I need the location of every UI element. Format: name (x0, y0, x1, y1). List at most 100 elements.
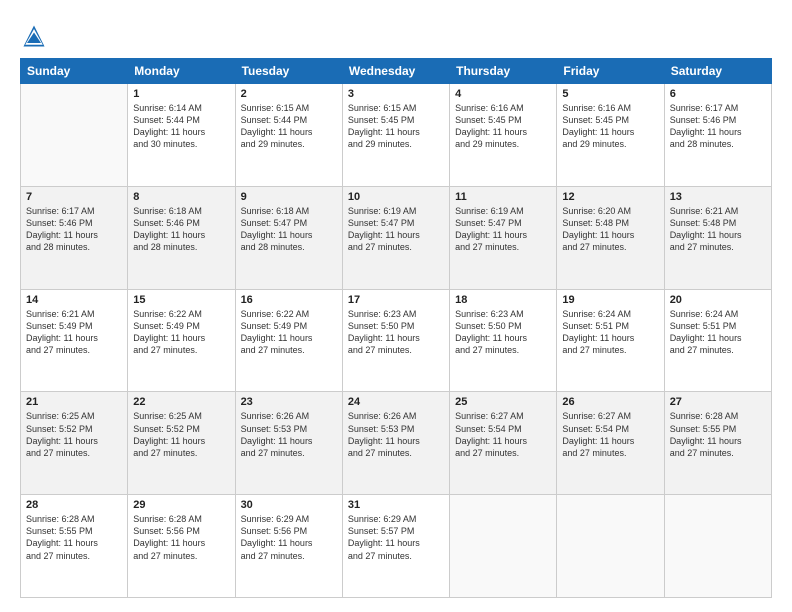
day-number: 27 (670, 396, 766, 408)
day-cell: 16 Sunrise: 6:22 AM Sunset: 5:49 PM Dayli… (235, 289, 342, 392)
day-cell: 29 Sunrise: 6:28 AM Sunset: 5:56 PM Dayli… (128, 495, 235, 598)
day-number: 25 (455, 396, 551, 408)
logo-icon (20, 22, 48, 50)
day-details: Sunrise: 6:25 AM Sunset: 5:52 PM Dayligh… (133, 410, 229, 459)
header (20, 18, 772, 50)
day-cell: 6 Sunrise: 6:17 AM Sunset: 5:46 PM Daylig… (664, 84, 771, 187)
day-cell (450, 495, 557, 598)
day-details: Sunrise: 6:24 AM Sunset: 5:51 PM Dayligh… (670, 308, 766, 357)
day-details: Sunrise: 6:18 AM Sunset: 5:47 PM Dayligh… (241, 205, 337, 254)
day-cell (21, 84, 128, 187)
day-number: 4 (455, 88, 551, 100)
day-cell: 7 Sunrise: 6:17 AM Sunset: 5:46 PM Daylig… (21, 186, 128, 289)
day-details: Sunrise: 6:29 AM Sunset: 5:57 PM Dayligh… (348, 513, 444, 562)
day-details: Sunrise: 6:29 AM Sunset: 5:56 PM Dayligh… (241, 513, 337, 562)
day-cell: 24 Sunrise: 6:26 AM Sunset: 5:53 PM Dayli… (342, 392, 449, 495)
day-cell: 5 Sunrise: 6:16 AM Sunset: 5:45 PM Daylig… (557, 84, 664, 187)
col-header-friday: Friday (557, 59, 664, 84)
day-cell (664, 495, 771, 598)
day-cell: 1Sunrise: 6:14 AM Sunset: 5:44 PM Daylig… (128, 84, 235, 187)
col-header-wednesday: Wednesday (342, 59, 449, 84)
day-details: Sunrise: 6:19 AM Sunset: 5:47 PM Dayligh… (348, 205, 444, 254)
day-cell: 15Sunrise: 6:22 AM Sunset: 5:49 PM Dayli… (128, 289, 235, 392)
day-number: 31 (348, 499, 444, 511)
day-details: Sunrise: 6:26 AM Sunset: 5:53 PM Dayligh… (348, 410, 444, 459)
day-number: 8 (133, 191, 229, 203)
day-number: 20 (670, 294, 766, 306)
day-number: 26 (562, 396, 658, 408)
day-number: 16 (241, 294, 337, 306)
day-cell: 18Sunrise: 6:23 AM Sunset: 5:50 PM Dayli… (450, 289, 557, 392)
day-details: Sunrise: 6:28 AM Sunset: 5:56 PM Dayligh… (133, 513, 229, 562)
day-cell: 26 Sunrise: 6:27 AM Sunset: 5:54 PM Dayli… (557, 392, 664, 495)
day-cell: 31 Sunrise: 6:29 AM Sunset: 5:57 PM Dayli… (342, 495, 449, 598)
day-cell: 27 Sunrise: 6:28 AM Sunset: 5:55 PM Dayli… (664, 392, 771, 495)
day-details: Sunrise: 6:16 AM Sunset: 5:45 PM Dayligh… (455, 102, 551, 151)
day-cell: 14 Sunrise: 6:21 AM Sunset: 5:49 PM Dayli… (21, 289, 128, 392)
day-cell: 9 Sunrise: 6:18 AM Sunset: 5:47 PM Daylig… (235, 186, 342, 289)
day-cell: 12 Sunrise: 6:20 AM Sunset: 5:48 PM Dayli… (557, 186, 664, 289)
col-header-thursday: Thursday (450, 59, 557, 84)
day-number: 6 (670, 88, 766, 100)
day-number: 11 (455, 191, 551, 203)
col-header-monday: Monday (128, 59, 235, 84)
day-number: 24 (348, 396, 444, 408)
day-number: 18 (455, 294, 551, 306)
day-cell: 11Sunrise: 6:19 AM Sunset: 5:47 PM Dayli… (450, 186, 557, 289)
day-number: 23 (241, 396, 337, 408)
day-cell: 2Sunrise: 6:15 AM Sunset: 5:44 PM Daylig… (235, 84, 342, 187)
day-number: 13 (670, 191, 766, 203)
col-header-saturday: Saturday (664, 59, 771, 84)
day-number: 7 (26, 191, 122, 203)
col-header-tuesday: Tuesday (235, 59, 342, 84)
day-details: Sunrise: 6:22 AM Sunset: 5:49 PM Dayligh… (241, 308, 337, 357)
day-details: Sunrise: 6:28 AM Sunset: 5:55 PM Dayligh… (670, 410, 766, 459)
day-details: Sunrise: 6:21 AM Sunset: 5:49 PM Dayligh… (26, 308, 122, 357)
day-details: Sunrise: 6:26 AM Sunset: 5:53 PM Dayligh… (241, 410, 337, 459)
week-row-1: 1Sunrise: 6:14 AM Sunset: 5:44 PM Daylig… (21, 84, 772, 187)
page: SundayMondayTuesdayWednesdayThursdayFrid… (0, 0, 792, 612)
week-row-2: 7 Sunrise: 6:17 AM Sunset: 5:46 PM Daylig… (21, 186, 772, 289)
calendar-table: SundayMondayTuesdayWednesdayThursdayFrid… (20, 58, 772, 598)
day-cell: 28Sunrise: 6:28 AM Sunset: 5:55 PM Dayli… (21, 495, 128, 598)
day-details: Sunrise: 6:27 AM Sunset: 5:54 PM Dayligh… (455, 410, 551, 459)
day-number: 9 (241, 191, 337, 203)
day-details: Sunrise: 6:20 AM Sunset: 5:48 PM Dayligh… (562, 205, 658, 254)
day-cell: 10 Sunrise: 6:19 AM Sunset: 5:47 PM Dayli… (342, 186, 449, 289)
day-number: 19 (562, 294, 658, 306)
day-details: Sunrise: 6:15 AM Sunset: 5:44 PM Dayligh… (241, 102, 337, 151)
day-details: Sunrise: 6:18 AM Sunset: 5:46 PM Dayligh… (133, 205, 229, 254)
day-number: 22 (133, 396, 229, 408)
day-number: 10 (348, 191, 444, 203)
day-number: 15 (133, 294, 229, 306)
day-cell: 21Sunrise: 6:25 AM Sunset: 5:52 PM Dayli… (21, 392, 128, 495)
day-number: 29 (133, 499, 229, 511)
day-cell: 25 Sunrise: 6:27 AM Sunset: 5:54 PM Dayli… (450, 392, 557, 495)
day-number: 14 (26, 294, 122, 306)
day-number: 30 (241, 499, 337, 511)
day-cell (557, 495, 664, 598)
day-number: 5 (562, 88, 658, 100)
col-header-sunday: Sunday (21, 59, 128, 84)
week-row-3: 14 Sunrise: 6:21 AM Sunset: 5:49 PM Dayli… (21, 289, 772, 392)
header-row: SundayMondayTuesdayWednesdayThursdayFrid… (21, 59, 772, 84)
day-number: 3 (348, 88, 444, 100)
day-number: 21 (26, 396, 122, 408)
day-cell: 30 Sunrise: 6:29 AM Sunset: 5:56 PM Dayli… (235, 495, 342, 598)
day-details: Sunrise: 6:17 AM Sunset: 5:46 PM Dayligh… (26, 205, 122, 254)
week-row-5: 28Sunrise: 6:28 AM Sunset: 5:55 PM Dayli… (21, 495, 772, 598)
day-cell: 20 Sunrise: 6:24 AM Sunset: 5:51 PM Dayli… (664, 289, 771, 392)
day-details: Sunrise: 6:16 AM Sunset: 5:45 PM Dayligh… (562, 102, 658, 151)
day-details: Sunrise: 6:27 AM Sunset: 5:54 PM Dayligh… (562, 410, 658, 459)
day-number: 17 (348, 294, 444, 306)
day-details: Sunrise: 6:24 AM Sunset: 5:51 PM Dayligh… (562, 308, 658, 357)
day-cell: 4 Sunrise: 6:16 AM Sunset: 5:45 PM Daylig… (450, 84, 557, 187)
day-cell: 17Sunrise: 6:23 AM Sunset: 5:50 PM Dayli… (342, 289, 449, 392)
day-number: 28 (26, 499, 122, 511)
day-details: Sunrise: 6:17 AM Sunset: 5:46 PM Dayligh… (670, 102, 766, 151)
day-cell: 8 Sunrise: 6:18 AM Sunset: 5:46 PM Daylig… (128, 186, 235, 289)
day-number: 12 (562, 191, 658, 203)
day-cell: 22 Sunrise: 6:25 AM Sunset: 5:52 PM Dayli… (128, 392, 235, 495)
day-cell: 13Sunrise: 6:21 AM Sunset: 5:48 PM Dayli… (664, 186, 771, 289)
day-details: Sunrise: 6:14 AM Sunset: 5:44 PM Dayligh… (133, 102, 229, 151)
